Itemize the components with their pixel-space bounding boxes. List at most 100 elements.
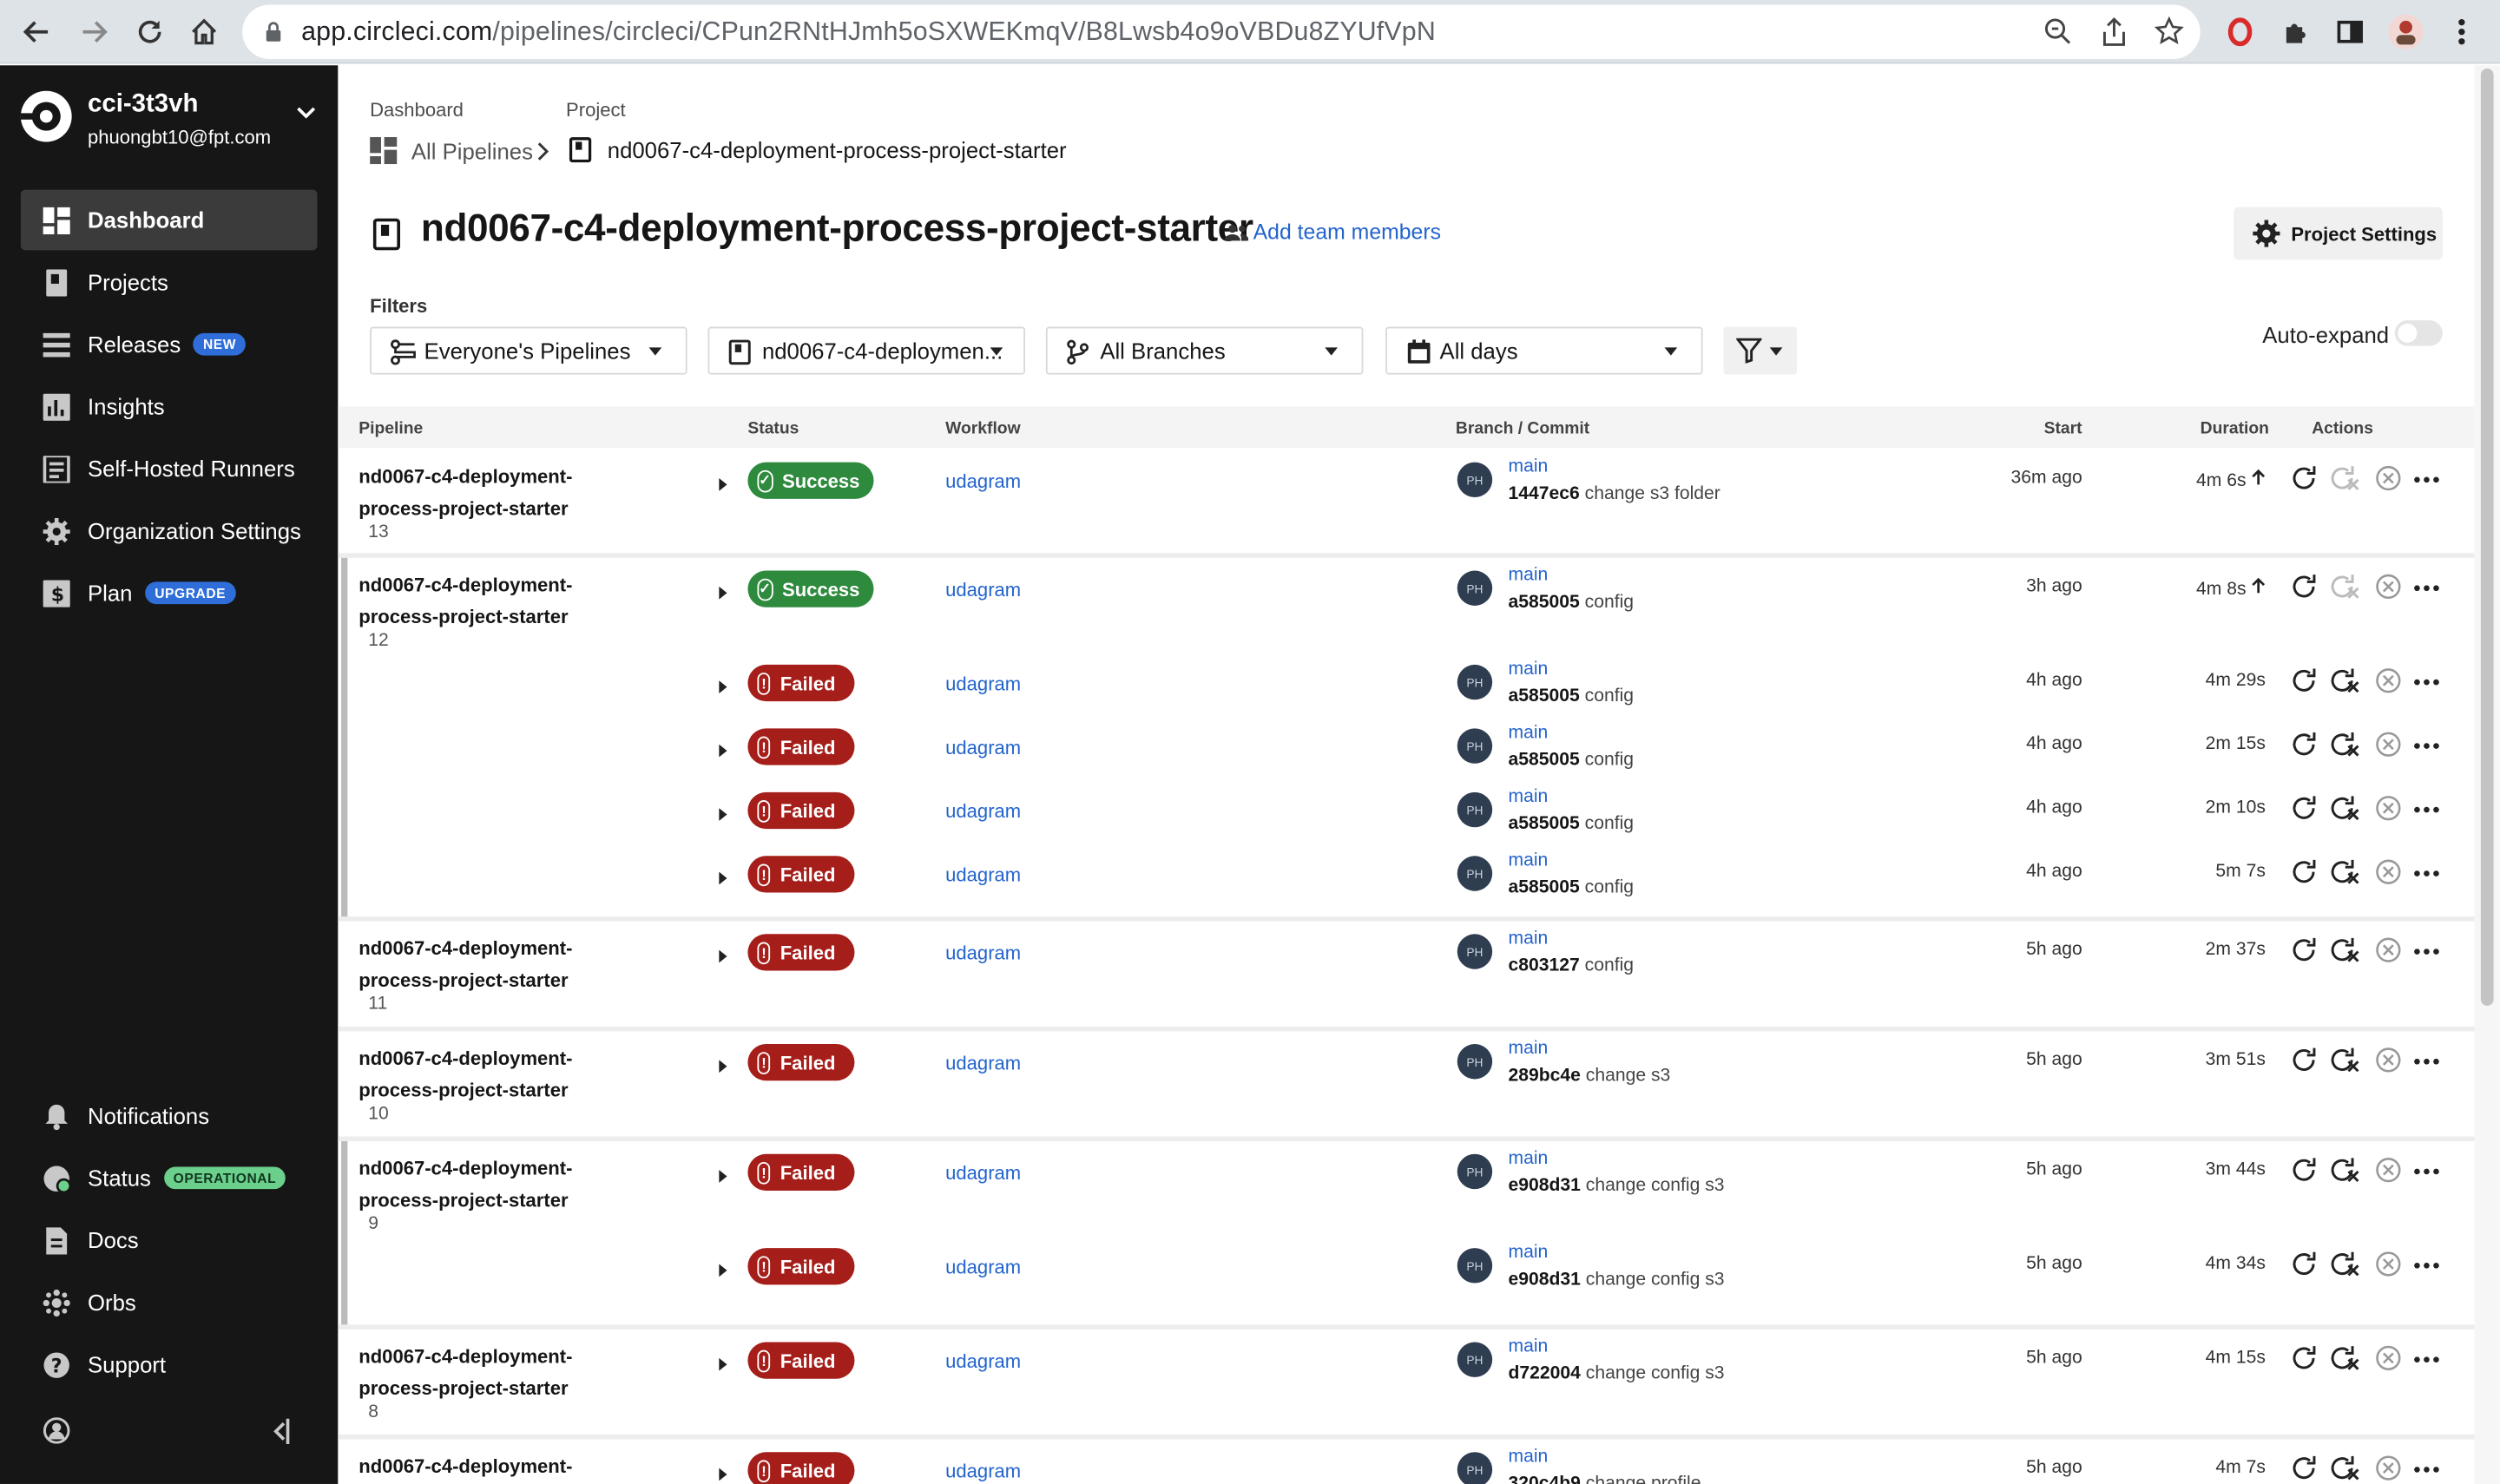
status-badge[interactable]: ! Failed bbox=[747, 791, 855, 830]
workflow-link[interactable]: udagram bbox=[945, 1460, 1021, 1482]
side-panel-icon[interactable] bbox=[2331, 13, 2369, 51]
branch-link[interactable]: main bbox=[1509, 1244, 1549, 1263]
expand-icon[interactable] bbox=[719, 744, 727, 758]
sidebar-item-docs[interactable]: Docs bbox=[21, 1210, 318, 1271]
expand-icon[interactable] bbox=[719, 586, 727, 600]
sidebar-item-support[interactable]: ? Support bbox=[21, 1334, 318, 1395]
browser-menu-icon[interactable] bbox=[2443, 13, 2481, 51]
expand-icon[interactable] bbox=[719, 1264, 727, 1277]
commit-info[interactable]: 320c4b9 change profile bbox=[1509, 1474, 1701, 1484]
sidebar-item-orbs[interactable]: Orbs bbox=[21, 1272, 318, 1333]
collapse-sidebar-icon[interactable] bbox=[271, 1418, 290, 1445]
advanced-filter-button[interactable] bbox=[1723, 326, 1797, 375]
workflow-link[interactable]: udagram bbox=[945, 800, 1021, 823]
commit-info[interactable]: c803127 config bbox=[1509, 956, 1634, 975]
pipelines-filter-dropdown[interactable]: Everyone's Pipelines bbox=[370, 326, 688, 375]
expand-icon[interactable] bbox=[719, 1357, 727, 1371]
status-badge[interactable]: ! Failed bbox=[747, 856, 855, 893]
branch-link[interactable]: main bbox=[1509, 1337, 1549, 1356]
branch-link[interactable]: main bbox=[1509, 1448, 1549, 1467]
user-account-icon[interactable] bbox=[43, 1417, 70, 1444]
sidebar-item-releases[interactable]: Releases NEW bbox=[21, 314, 318, 375]
bookmark-star-icon[interactable] bbox=[2154, 16, 2184, 46]
project-settings-button[interactable]: Project Settings bbox=[2234, 207, 2443, 260]
workflow-link[interactable]: udagram bbox=[945, 942, 1021, 964]
profile-avatar[interactable] bbox=[2387, 13, 2425, 51]
add-team-members-link[interactable]: Add team members bbox=[1224, 220, 1441, 244]
status-badge[interactable]: ! Failed bbox=[747, 1153, 855, 1192]
reload-icon[interactable] bbox=[131, 13, 169, 51]
expand-icon[interactable] bbox=[719, 949, 727, 963]
start-time: 5h ago bbox=[2026, 1160, 2082, 1180]
share-icon[interactable] bbox=[2100, 16, 2128, 48]
sidebar-item-dashboard[interactable]: Dashboard bbox=[20, 189, 318, 251]
opera-extension-icon[interactable] bbox=[2221, 13, 2260, 51]
branch-link[interactable]: main bbox=[1509, 660, 1549, 679]
workflow-link[interactable]: udagram bbox=[945, 1052, 1021, 1074]
workflow-link[interactable]: udagram bbox=[945, 863, 1021, 886]
status-badge[interactable]: ! Failed bbox=[747, 1044, 855, 1081]
status-badge[interactable]: ✓ Success bbox=[747, 462, 874, 499]
commit-info[interactable]: a585005 config bbox=[1509, 687, 1634, 706]
extensions-puzzle-icon[interactable] bbox=[2277, 13, 2315, 51]
breadcrumb-project[interactable]: nd0067-c4-deployment-process-project-sta… bbox=[569, 137, 1067, 162]
auto-expand-toggle[interactable] bbox=[2394, 320, 2443, 346]
commit-info[interactable]: a585005 config bbox=[1509, 593, 1634, 612]
expand-icon[interactable] bbox=[719, 1060, 727, 1074]
commit-info[interactable]: d722004 change config s3 bbox=[1509, 1364, 1725, 1383]
days-filter-dropdown[interactable]: All days bbox=[1385, 326, 1703, 375]
breadcrumb-all-pipelines[interactable]: All Pipelines bbox=[370, 136, 533, 165]
workflow-link[interactable]: udagram bbox=[945, 579, 1021, 601]
forward-icon[interactable] bbox=[75, 13, 113, 51]
branch-link[interactable]: main bbox=[1509, 724, 1549, 743]
home-icon[interactable] bbox=[185, 13, 223, 51]
expand-icon[interactable] bbox=[719, 808, 727, 821]
status-badge[interactable]: ! Failed bbox=[747, 728, 855, 765]
expand-icon[interactable] bbox=[719, 680, 727, 693]
expand-icon[interactable] bbox=[719, 1170, 727, 1183]
commit-info[interactable]: 1447ec6 change s3 folder bbox=[1509, 484, 1720, 503]
workflow-link[interactable]: udagram bbox=[945, 737, 1021, 759]
scrollbar[interactable] bbox=[2474, 65, 2500, 1484]
sidebar-item-projects[interactable]: Projects bbox=[21, 252, 318, 312]
commit-info[interactable]: a585005 config bbox=[1509, 751, 1634, 770]
address-bar[interactable]: app.circleci.com/pipelines/circleci/CPun… bbox=[242, 4, 2201, 59]
back-icon[interactable] bbox=[17, 13, 56, 51]
commit-info[interactable]: e908d31 change config s3 bbox=[1509, 1176, 1725, 1195]
sidebar-item-organization-settings[interactable]: Organization Settings bbox=[21, 501, 318, 561]
project-filter-dropdown[interactable]: nd0067-c4-deploymen... bbox=[707, 326, 1025, 375]
branch-link[interactable]: main bbox=[1509, 566, 1549, 585]
status-badge[interactable]: ! Failed bbox=[747, 1248, 855, 1285]
sidebar-item-insights[interactable]: Insights bbox=[21, 376, 318, 437]
expand-icon[interactable] bbox=[719, 1468, 727, 1481]
workflow-link[interactable]: udagram bbox=[945, 1256, 1021, 1278]
commit-info[interactable]: a585005 config bbox=[1509, 878, 1634, 897]
commit-info[interactable]: e908d31 change config s3 bbox=[1509, 1271, 1725, 1290]
status-badge[interactable]: ! Failed bbox=[747, 664, 855, 702]
sidebar-item-plan[interactable]: $ Plan UPGRADE bbox=[21, 562, 318, 623]
commit-info[interactable]: a585005 config bbox=[1509, 815, 1634, 834]
status-badge[interactable]: ✓ Success bbox=[747, 570, 874, 607]
status-badge[interactable]: ! Failed bbox=[747, 1452, 855, 1484]
branch-link[interactable]: main bbox=[1509, 787, 1549, 806]
branch-link[interactable]: main bbox=[1509, 457, 1549, 476]
expand-icon[interactable] bbox=[719, 478, 727, 491]
workflow-link[interactable]: udagram bbox=[945, 673, 1021, 695]
sidebar-item-self-hosted-runners[interactable]: Self-Hosted Runners bbox=[21, 438, 318, 499]
workflow-link[interactable]: udagram bbox=[945, 470, 1021, 493]
scrollbar-thumb[interactable] bbox=[2480, 68, 2494, 1006]
expand-icon[interactable] bbox=[719, 871, 727, 885]
sidebar-item-status[interactable]: Status OPERATIONAL bbox=[21, 1147, 318, 1208]
workflow-link[interactable]: udagram bbox=[945, 1162, 1021, 1185]
sidebar-item-notifications[interactable]: Notifications bbox=[21, 1086, 318, 1146]
workflow-link[interactable]: udagram bbox=[945, 1350, 1021, 1373]
branch-link[interactable]: main bbox=[1509, 851, 1549, 870]
status-badge[interactable]: ! Failed bbox=[747, 1342, 855, 1379]
branches-filter-dropdown[interactable]: All Branches bbox=[1045, 326, 1364, 375]
zoom-icon[interactable] bbox=[2044, 17, 2073, 46]
branch-link[interactable]: main bbox=[1509, 929, 1549, 949]
branch-link[interactable]: main bbox=[1509, 1040, 1549, 1059]
commit-info[interactable]: 289bc4e change s3 bbox=[1509, 1067, 1671, 1086]
branch-link[interactable]: main bbox=[1509, 1149, 1549, 1168]
status-badge[interactable]: ! Failed bbox=[747, 934, 855, 971]
